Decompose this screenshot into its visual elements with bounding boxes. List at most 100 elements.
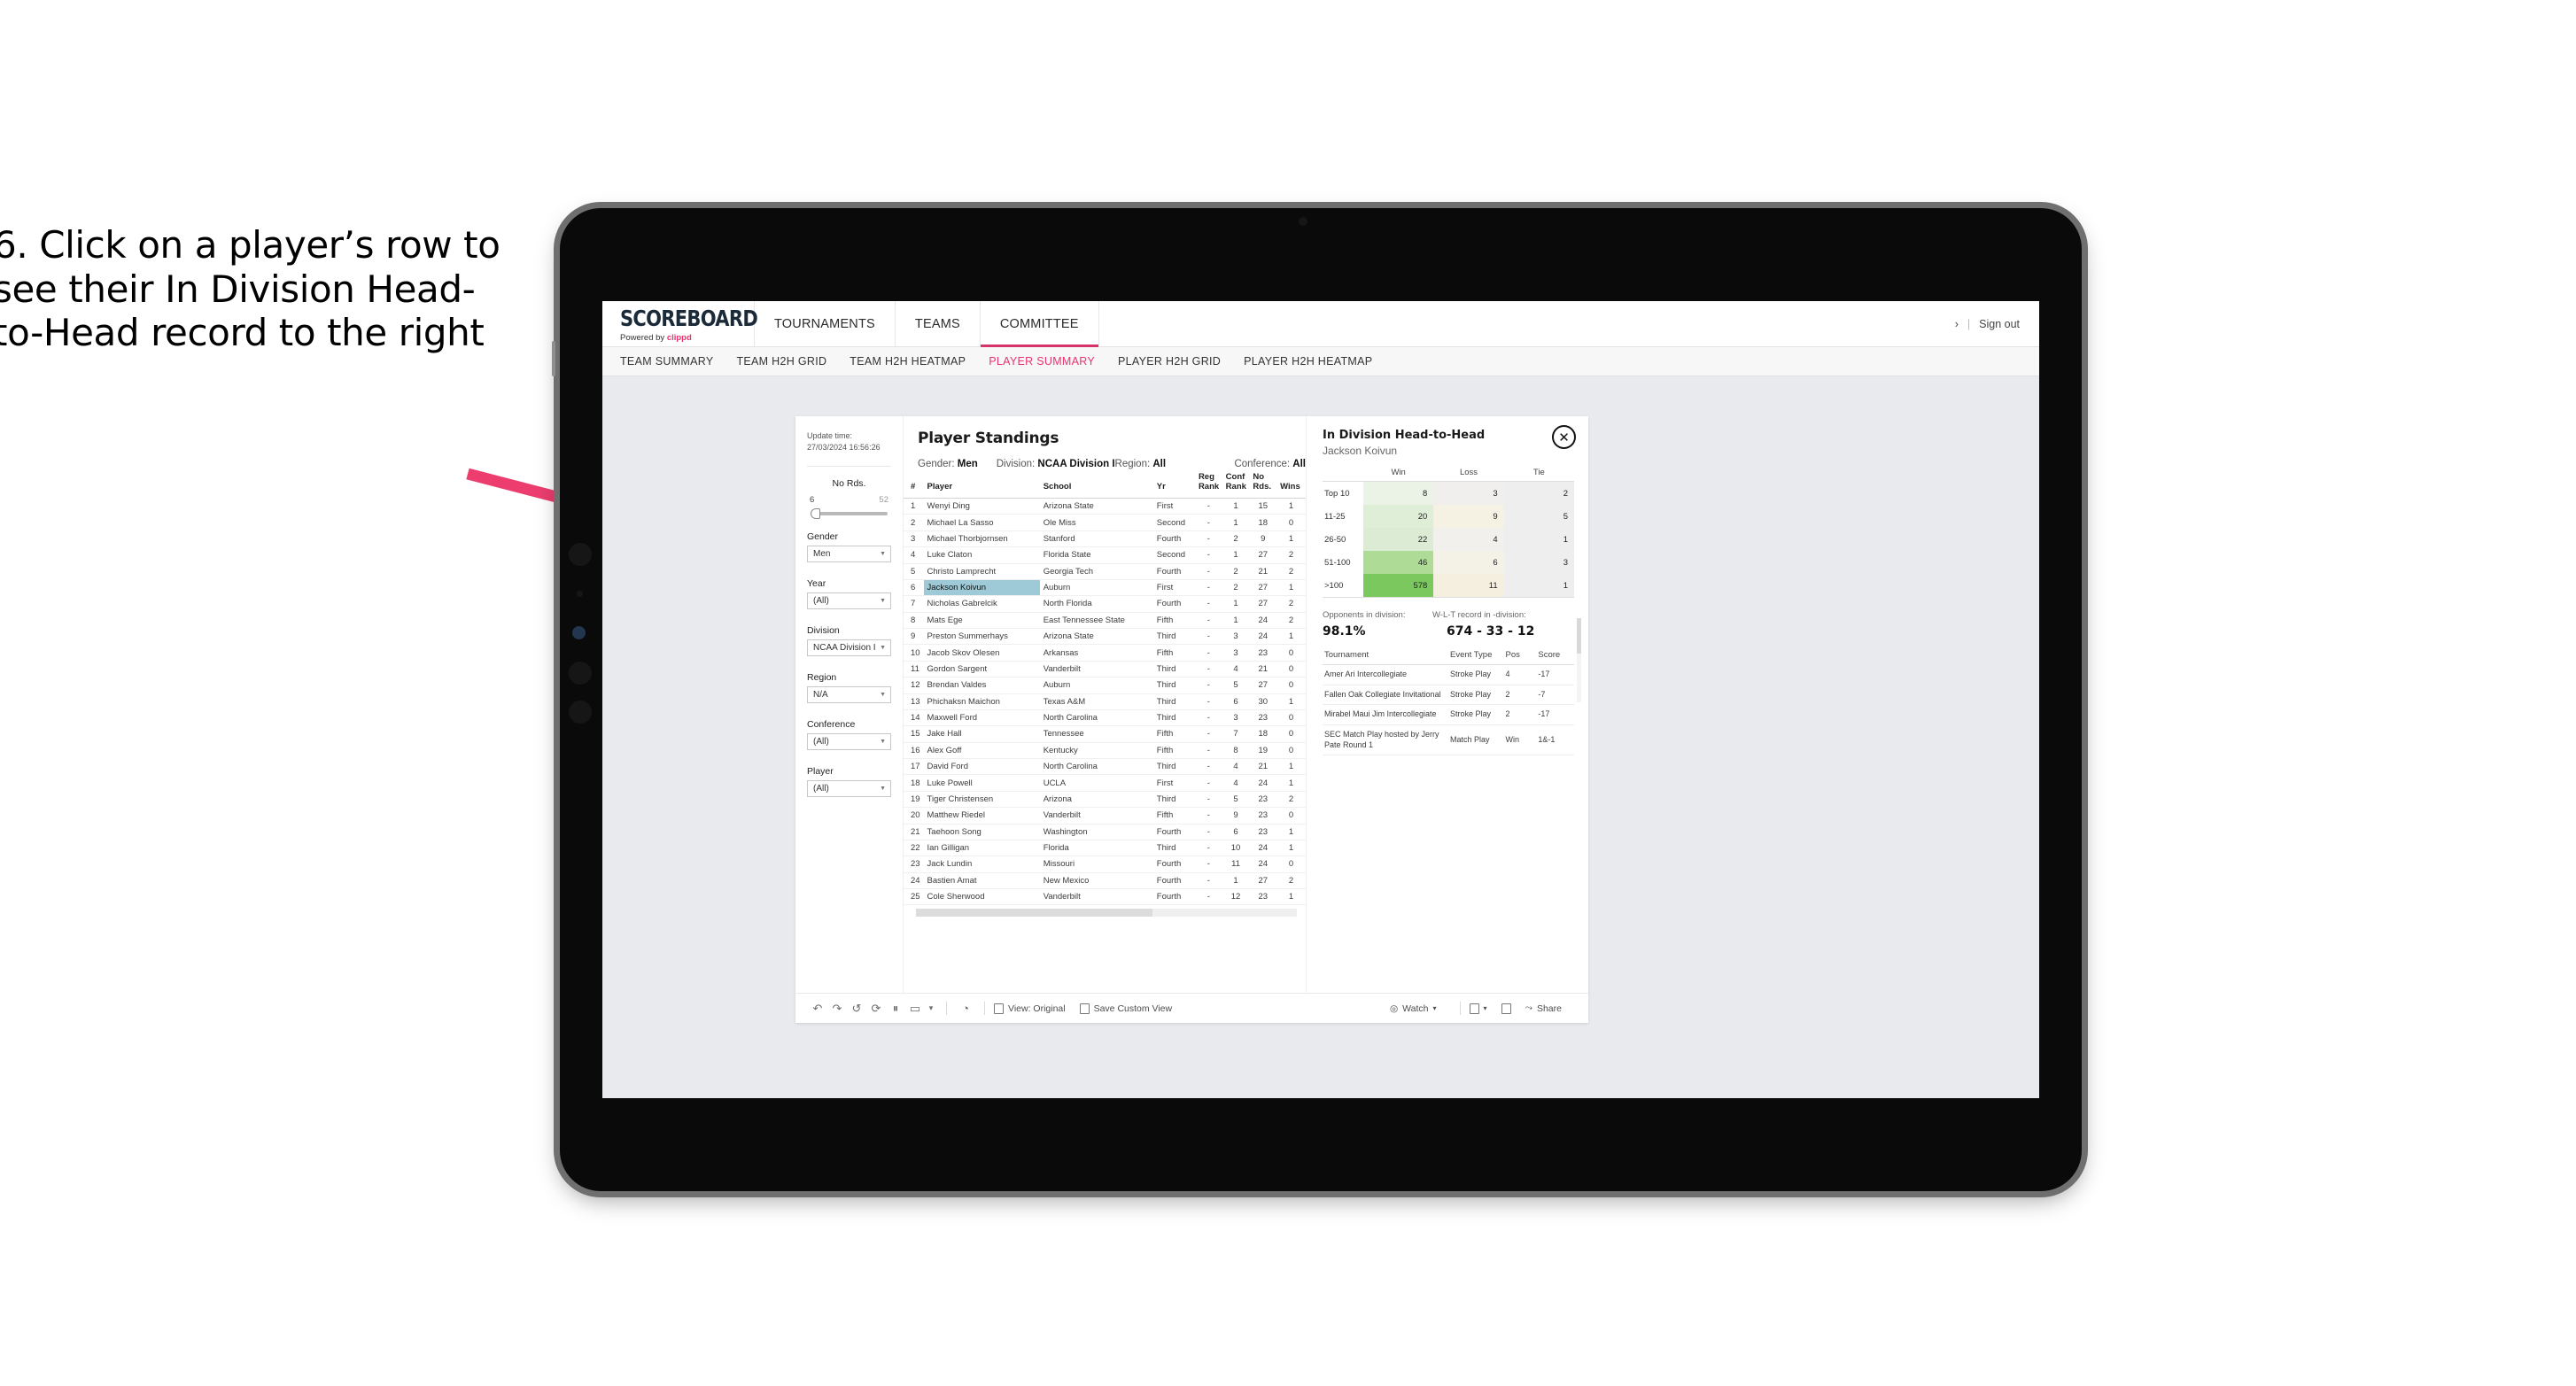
heatmap-cell-win: 578 [1363, 574, 1434, 598]
col-year[interactable]: Yr [1152, 469, 1195, 499]
filter-gender-select[interactable]: Men ▼ [807, 546, 891, 563]
table-row[interactable]: 12 Brendan Valdes Auburn Third -5 27 0 [904, 677, 1306, 694]
tournament-cell-pos: 4 [1503, 664, 1537, 685]
table-row[interactable]: 13 Phichaksn Maichon Texas A&M Third -6 30 1 [904, 693, 1306, 710]
nav-teams[interactable]: TEAMS [896, 301, 981, 346]
table-row[interactable]: 3 Michael Thorbjornsen Stanford Fourth -2 9 1 [904, 530, 1306, 548]
redo-icon[interactable]: ↷ [827, 1002, 847, 1016]
view-original-button[interactable]: View: Original [994, 1003, 1066, 1014]
table-row[interactable]: 10 Jacob Skov Olesen Arkansas Fifth -3 23 0 [904, 644, 1306, 662]
table-row[interactable]: 17 David Ford North Carolina Third -4 21 1 [904, 758, 1306, 776]
cell-num: 21 [904, 824, 924, 840]
filter-year-select[interactable]: (All) ▼ [807, 592, 891, 610]
tournament-scrollbar[interactable] [1577, 618, 1581, 702]
cell-num: 12 [904, 677, 924, 694]
table-row[interactable]: 14 Maxwell Ford North Carolina Third -3 23 0 [904, 709, 1306, 727]
cell-reg: - [1194, 774, 1222, 792]
chevron-down-icon: ▼ [880, 786, 886, 793]
pause-updates-icon[interactable]: ⏸ [886, 1002, 905, 1016]
nav-committee[interactable]: COMMITTEE [980, 301, 1099, 347]
watch-button[interactable]: ◎ Watch ▾ [1390, 1003, 1437, 1014]
heatmap-tbody: Top 10 8 3 2 11-25 20 9 5 26-50 22 4 1 51-100 46 6 3 >10… [1323, 481, 1574, 598]
table-row[interactable]: 5 Christo Lamprecht Georgia Tech Fourth -2 21… [904, 563, 1306, 580]
nav-tournaments[interactable]: TOURNAMENTS [755, 301, 896, 346]
highlight-icon[interactable]: ▭ [905, 1002, 925, 1016]
table-row[interactable]: 20 Matthew Riedel Vanderbilt Fifth -9 23 0 [904, 807, 1306, 825]
refresh-data-icon[interactable]: ⟳ [866, 1002, 886, 1016]
cell-player: Tiger Christensen [923, 791, 1040, 809]
col-school[interactable]: School [1039, 469, 1153, 499]
table-row[interactable]: 18 Luke Powell UCLA First -4 24 1 [904, 774, 1306, 792]
tab-team-summary[interactable]: TEAM SUMMARY [620, 355, 713, 368]
table-row[interactable]: 8 Mats Ege East Tennessee State Fifth -1 24 2 [904, 612, 1306, 630]
col-conf-rank[interactable]: Conf Rank [1222, 469, 1250, 499]
cell-school: Florida State [1039, 546, 1153, 564]
table-row[interactable]: 25 Cole Sherwood Vanderbilt Fourth -12 23 1 [904, 888, 1306, 906]
tournament-row: Mirabel Maui Jim Intercollegiate Stroke P… [1323, 704, 1574, 726]
filter-conference-select[interactable]: (All) ▼ [807, 733, 891, 751]
share-button[interactable]: ⤳ Share [1525, 1003, 1562, 1014]
cell-reg: - [1194, 840, 1222, 857]
table-row[interactable]: 22 Ian Gilligan Florida Third -10 24 1 [904, 840, 1306, 857]
table-row[interactable]: 19 Tiger Christensen Arizona Third -5 23 2 [904, 791, 1306, 809]
cell-school: Arizona State [1039, 628, 1153, 646]
cell-rds: 24 [1249, 840, 1277, 857]
no-rounds-slider[interactable] [811, 508, 888, 520]
close-icon[interactable]: ✕ [1552, 425, 1576, 449]
tournament-scrollbar-thumb[interactable] [1577, 618, 1581, 654]
tab-player-summary[interactable]: PLAYER SUMMARY [989, 355, 1095, 368]
undo-icon[interactable]: ↶ [808, 1002, 827, 1016]
table-row[interactable]: 2 Michael La Sasso Ole Miss Second -1 18 0 [904, 514, 1306, 531]
table-row[interactable]: 15 Jake Hall Tennessee Fifth -7 18 0 [904, 725, 1306, 743]
table-row[interactable]: 24 Bastien Amat New Mexico Fourth -1 27 2 [904, 872, 1306, 890]
fullscreen-button[interactable] [1501, 1003, 1511, 1014]
cell-player: Matthew Riedel [923, 807, 1040, 825]
table-row[interactable]: 6 Jackson Koivun Auburn First -2 27 1 [904, 579, 1306, 597]
cell-school: Arkansas [1039, 644, 1153, 662]
col-no-rds[interactable]: No Rds. [1249, 469, 1277, 499]
filter-division-select[interactable]: NCAA Division I ▼ [807, 639, 891, 657]
table-row[interactable]: 7 Nicholas Gabrelcik North Florida Fourth -1… [904, 595, 1306, 613]
col-tournament: Tournament [1323, 650, 1449, 665]
filter-player-select[interactable]: (All) ▼ [807, 780, 891, 798]
table-row[interactable]: 21 Taehoon Song Washington Fourth -6 23 1 [904, 824, 1306, 840]
cell-num: 9 [904, 628, 924, 646]
tab-team-h2h-heatmap[interactable]: TEAM H2H HEATMAP [850, 355, 966, 368]
cell-yr: Third [1152, 677, 1195, 694]
tab-player-h2h-heatmap[interactable]: PLAYER H2H HEATMAP [1244, 355, 1372, 368]
table-row[interactable]: 9 Preston Summerhays Arizona State Third -3 2… [904, 628, 1306, 646]
col-reg-rank[interactable]: Reg Rank [1194, 469, 1222, 499]
slider-knob[interactable] [811, 508, 820, 520]
cell-reg: - [1194, 725, 1222, 743]
col-rank[interactable]: # [904, 469, 924, 499]
chevron-down-icon[interactable]: ▾ [925, 1003, 937, 1013]
tab-player-h2h-grid[interactable]: PLAYER H2H GRID [1118, 355, 1221, 368]
download-button[interactable]: ▾ [1469, 1003, 1487, 1014]
sign-out-link[interactable]: Sign out [1979, 318, 2020, 330]
cell-conf: 9 [1222, 807, 1250, 825]
filter-division-label: Division [807, 625, 840, 637]
table-row[interactable]: 16 Alex Goff Kentucky Fifth -8 19 0 [904, 742, 1306, 760]
table-row[interactable]: 1 Wenyi Ding Arizona State First -1 15 1 [904, 498, 1306, 515]
tab-team-h2h-grid[interactable]: TEAM H2H GRID [736, 355, 826, 368]
scrollbar-thumb[interactable] [916, 909, 1152, 918]
save-custom-view-button[interactable]: Save Custom View [1079, 1003, 1172, 1014]
table-horizontal-scrollbar[interactable] [916, 909, 1297, 918]
heatmap-cell-win: 20 [1363, 505, 1434, 528]
col-wins[interactable]: Wins [1276, 469, 1306, 499]
cell-school: Vanderbilt [1039, 888, 1153, 906]
user-caret-icon[interactable]: › [1955, 318, 1959, 330]
table-row[interactable]: 23 Jack Lundin Missouri Fourth -11 24 0 [904, 856, 1306, 873]
volume-button[interactable] [552, 341, 555, 376]
table-row[interactable]: 4 Luke Claton Florida State Second -1 27 2 [904, 546, 1306, 564]
table-row[interactable]: 11 Gordon Sargent Vanderbilt Third -4 21 0 [904, 661, 1306, 678]
filter-region-select[interactable]: N/A ▼ [807, 686, 891, 704]
col-player[interactable]: Player [923, 469, 1040, 499]
history-clock-icon[interactable]: ◔ [956, 1002, 975, 1015]
cell-num: 22 [904, 840, 924, 857]
cell-num: 8 [904, 612, 924, 630]
cell-reg: - [1194, 693, 1222, 710]
revert-icon[interactable]: ↺ [847, 1002, 866, 1016]
heatmap-cell-win: 8 [1363, 481, 1434, 505]
cell-wins: 2 [1276, 791, 1306, 809]
